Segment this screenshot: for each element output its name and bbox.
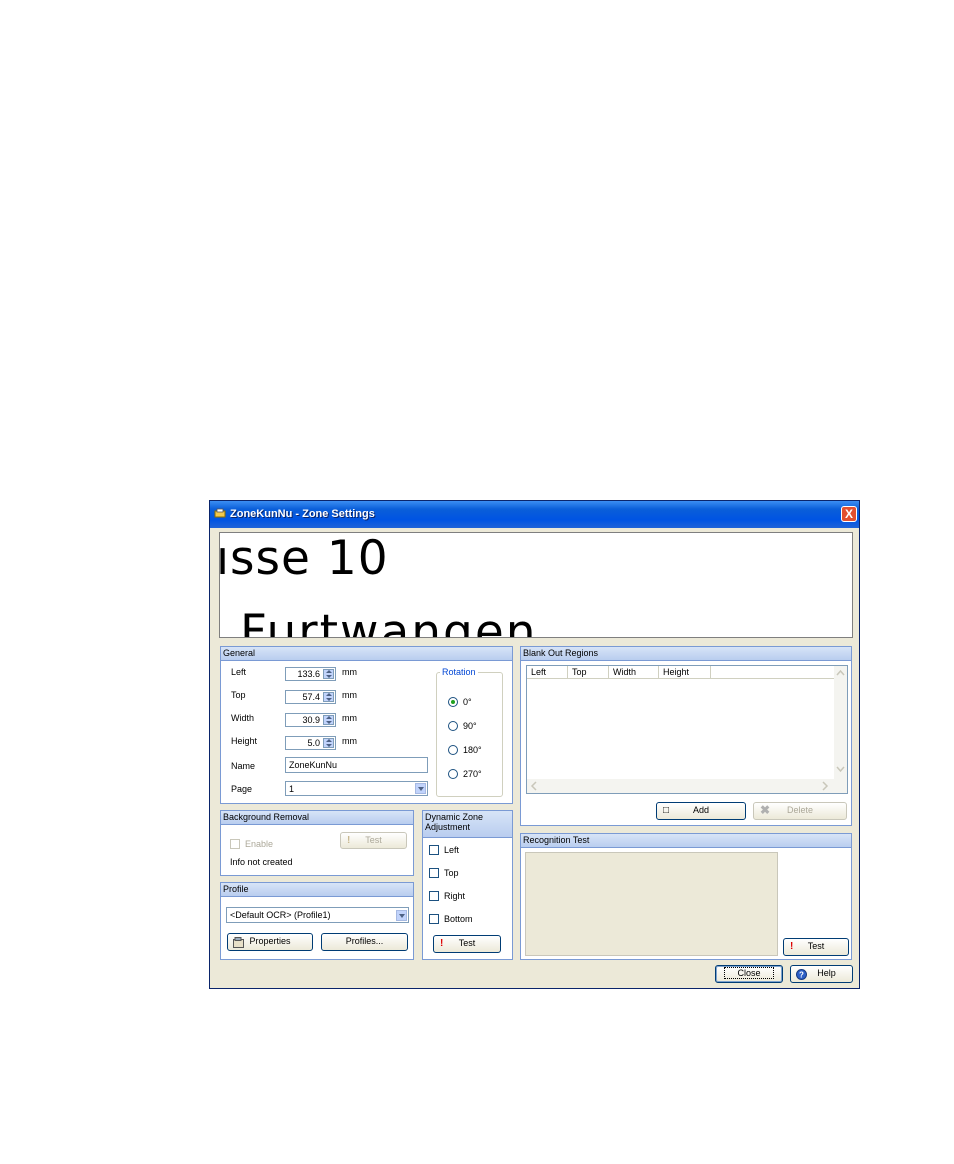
- dynamic-top-label: Top: [444, 868, 459, 878]
- properties-button[interactable]: Properties: [227, 933, 313, 951]
- profile-panel: Profile <Default OCR> (Profile1) Propert…: [220, 882, 414, 960]
- height-label: Height: [231, 736, 258, 746]
- page-label: Page: [231, 784, 253, 794]
- profile-value: <Default OCR> (Profile1): [230, 910, 331, 920]
- scroll-arrows-icon: [530, 781, 829, 791]
- dynamic-test-button[interactable]: ! Test: [433, 935, 501, 953]
- add-region-button[interactable]: □ Add: [656, 802, 746, 820]
- delete-x-icon: ✖: [760, 803, 771, 817]
- general-header: General: [221, 647, 512, 661]
- name-label: Name: [231, 761, 256, 771]
- column-top[interactable]: Top: [568, 666, 609, 679]
- recognition-test-panel: Recognition Test ! Test: [520, 833, 852, 960]
- preview-text-line-2: Furtwangen: [240, 605, 538, 638]
- width-spinner[interactable]: 30.9: [285, 713, 336, 727]
- background-removal-panel: Background Removal Enable ! Test Info no…: [220, 810, 414, 876]
- top-value: 57.4: [302, 692, 320, 702]
- column-height[interactable]: Height: [659, 666, 711, 679]
- help-button[interactable]: ? Help: [790, 965, 853, 983]
- close-button[interactable]: Close: [715, 965, 783, 983]
- height-spinner[interactable]: 5.0: [285, 736, 336, 750]
- dynamic-right-label: Right: [444, 891, 466, 901]
- recognition-result-area: [525, 852, 778, 956]
- height-unit: mm: [342, 736, 357, 746]
- horizontal-scrollbar[interactable]: [527, 779, 847, 793]
- dynamic-zone-adjustment-panel: Dynamic Zone Adjustment Left Top Right B…: [422, 810, 513, 960]
- window-title: ZoneKunNu - Zone Settings: [230, 508, 375, 520]
- spin-arrows-icon[interactable]: [323, 669, 334, 679]
- recognition-test-header: Recognition Test: [521, 834, 851, 848]
- rotation-title: Rotation: [440, 667, 478, 677]
- preview-text-line-1: ısse 10: [219, 532, 389, 586]
- profile-select[interactable]: <Default OCR> (Profile1): [226, 907, 409, 923]
- rotation-90-label: 90°: [463, 721, 477, 731]
- delete-region-button[interactable]: ✖ Delete: [753, 802, 847, 820]
- blank-out-regions-panel: Blank Out Regions Left Top Width Height: [520, 646, 852, 826]
- top-label: Top: [231, 690, 246, 700]
- add-region-icon: □: [663, 805, 670, 816]
- vertical-scrollbar[interactable]: [834, 666, 847, 779]
- rotation-180-radio[interactable]: [448, 745, 458, 755]
- close-window-button[interactable]: X: [841, 506, 857, 522]
- dynamic-left-label: Left: [444, 845, 460, 855]
- general-panel: General Left 133.6 mm Top 57.4 mm Width …: [220, 646, 513, 804]
- chevron-down-icon[interactable]: [396, 910, 407, 921]
- rotation-270-label: 270°: [463, 769, 482, 779]
- background-info-text: Info not created: [230, 857, 293, 867]
- dynamic-left-checkbox[interactable]: [429, 845, 439, 855]
- top-spinner[interactable]: 57.4: [285, 690, 336, 704]
- spin-arrows-icon[interactable]: [323, 738, 334, 748]
- app-icon: [214, 508, 226, 518]
- properties-icon: [233, 937, 244, 948]
- zone-preview-image: ısse 10 Furtwangen: [219, 532, 853, 638]
- zone-settings-dialog: ZoneKunNu - Zone Settings X ısse 10 Furt…: [209, 500, 860, 989]
- profiles-button[interactable]: Profiles...: [321, 933, 408, 951]
- left-label: Left: [231, 667, 247, 677]
- left-unit: mm: [342, 667, 357, 677]
- spin-arrows-icon[interactable]: [323, 692, 334, 702]
- profile-header: Profile: [221, 883, 413, 897]
- background-test-button[interactable]: ! Test: [340, 832, 407, 849]
- rotation-group: Rotation 0° 90° 180° 270°: [436, 667, 503, 797]
- page-select[interactable]: 1: [285, 781, 428, 796]
- width-unit: mm: [342, 713, 357, 723]
- scroll-arrows-icon: [836, 669, 845, 773]
- background-removal-header: Background Removal: [221, 811, 413, 825]
- rotation-90-radio[interactable]: [448, 721, 458, 731]
- svg-text:?: ?: [799, 971, 804, 980]
- regions-list[interactable]: Left Top Width Height: [526, 665, 848, 794]
- enable-checkbox[interactable]: [230, 839, 240, 849]
- title-bar[interactable]: ZoneKunNu - Zone Settings X: [210, 501, 859, 528]
- exclamation-icon: !: [440, 938, 444, 949]
- height-value: 5.0: [307, 738, 320, 748]
- column-left[interactable]: Left: [527, 666, 568, 679]
- width-label: Width: [231, 713, 255, 723]
- dynamic-bottom-label: Bottom: [444, 914, 473, 924]
- column-width[interactable]: Width: [609, 666, 659, 679]
- width-value: 30.9: [302, 715, 320, 725]
- recognition-test-button[interactable]: ! Test: [783, 938, 849, 956]
- rotation-180-label: 180°: [463, 745, 482, 755]
- rotation-270-radio[interactable]: [448, 769, 458, 779]
- dynamic-top-checkbox[interactable]: [429, 868, 439, 878]
- dynamic-bottom-checkbox[interactable]: [429, 914, 439, 924]
- close-icon: X: [844, 507, 853, 521]
- dynamic-zone-header: Dynamic Zone Adjustment: [423, 811, 512, 838]
- exclamation-icon: !: [347, 835, 351, 846]
- dynamic-right-checkbox[interactable]: [429, 891, 439, 901]
- top-unit: mm: [342, 690, 357, 700]
- rotation-0-label: 0°: [463, 697, 472, 707]
- left-value: 133.6: [297, 669, 320, 679]
- blank-out-header: Blank Out Regions: [521, 647, 851, 661]
- enable-label: Enable: [245, 839, 274, 849]
- zone-name-field[interactable]: ZoneKunNu: [285, 757, 428, 773]
- exclamation-icon: !: [790, 941, 794, 952]
- chevron-down-icon[interactable]: [415, 783, 426, 794]
- help-icon: ?: [796, 969, 807, 980]
- left-spinner[interactable]: 133.6: [285, 667, 336, 681]
- rotation-0-radio[interactable]: [448, 697, 458, 707]
- page-value: 1: [289, 784, 295, 794]
- regions-header-row: Left Top Width Height: [527, 666, 835, 679]
- spin-arrows-icon[interactable]: [323, 715, 334, 725]
